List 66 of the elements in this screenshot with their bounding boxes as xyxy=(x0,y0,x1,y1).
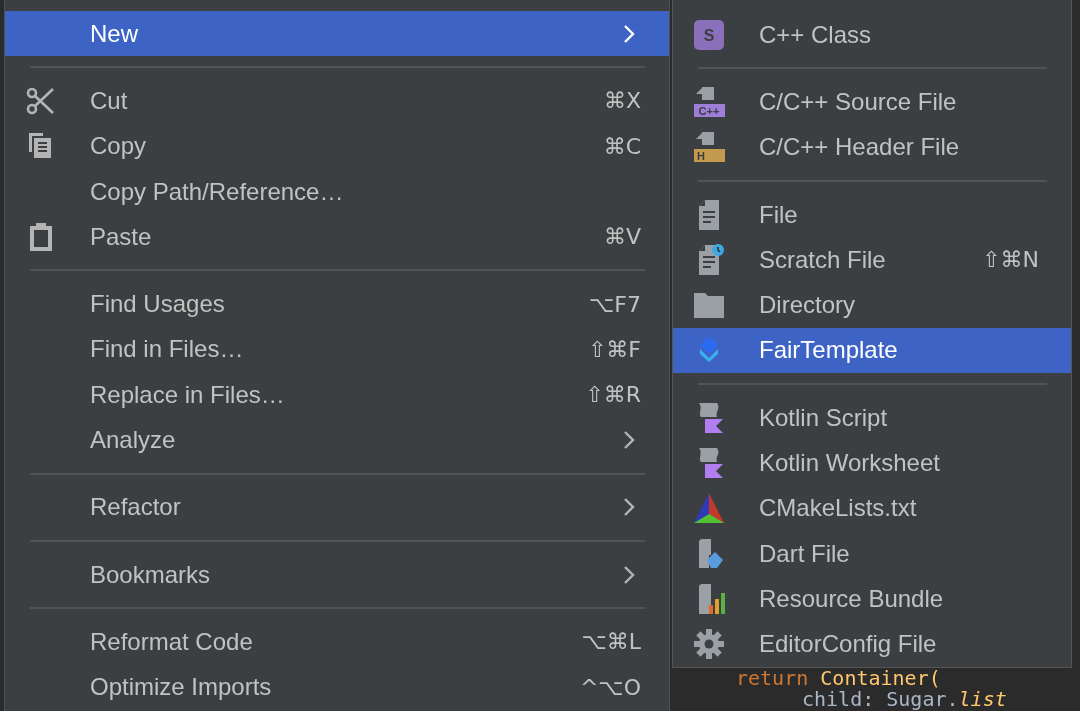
menu-item[interactable]: H C/C++ Header File xyxy=(673,124,1071,170)
menu-item[interactable]: Reformat Code ⌥⌘L xyxy=(5,619,669,665)
menu-item-label: File xyxy=(759,200,798,229)
menu-item[interactable]: Kotlin Worksheet xyxy=(673,440,1071,486)
menu-item-label: C/C++ Source File xyxy=(759,87,957,116)
menu-item-label: Dart File xyxy=(759,539,850,568)
menu-item-label: EditorConfig File xyxy=(759,630,937,659)
menu-item[interactable]: Optimize Imports ^⌥O xyxy=(5,664,669,710)
menu-item-label: Refactor xyxy=(90,493,181,522)
menu-item-label: Cut xyxy=(90,86,128,115)
menu-item[interactable]: Find Usages ⌥F7 xyxy=(5,281,669,327)
menu-item[interactable]: Cut ⌘X xyxy=(5,78,669,124)
menu-item[interactable]: Analyze xyxy=(5,417,669,463)
shortcut-label: ⌘X xyxy=(603,88,641,114)
menu-item[interactable]: Bookmarks xyxy=(5,551,669,598)
code-line: return Container( xyxy=(735,668,942,689)
menu-item[interactable]: Resource Bundle xyxy=(673,576,1071,622)
gear-icon xyxy=(693,628,725,661)
menu-item-label: Find in Files… xyxy=(90,335,244,364)
shortcut-label: ⌘V xyxy=(603,224,641,250)
menu-item-label: Optimize Imports xyxy=(90,673,272,702)
menu-item-label: CMakeLists.txt xyxy=(759,494,917,523)
menu-item[interactable]: S C++ Class xyxy=(673,12,1071,58)
menu-item[interactable]: Directory xyxy=(673,282,1071,328)
shortcut-label: ⌥⌘L xyxy=(581,629,641,655)
menu-item-label: Copy xyxy=(90,132,147,161)
menu-item-label: Bookmarks xyxy=(90,560,211,589)
menu-item[interactable]: FairTemplate xyxy=(673,327,1071,374)
menu-item[interactable]: Dart File xyxy=(673,530,1071,577)
menu-item-label: Reformat Code xyxy=(90,627,253,656)
cmake-triangle-icon xyxy=(693,492,725,525)
menu-item-label: Replace in Files… xyxy=(90,380,285,409)
menu-item-label: Kotlin Worksheet xyxy=(759,449,940,477)
menu-item-label: Paste xyxy=(90,222,152,251)
menu-item-label: Kotlin Script xyxy=(759,403,888,432)
shortcut-label: ^⌥O xyxy=(579,674,641,700)
code-line: child: Sugar.list xyxy=(801,689,1007,710)
menu-item[interactable]: Kotlin Script xyxy=(673,395,1071,441)
shortcut-label: ⇧⌘N xyxy=(982,247,1039,273)
menu-item-label: C++ Class xyxy=(759,20,872,49)
menu-item-label: New xyxy=(90,19,138,48)
menu-item[interactable]: Copy ⌘C xyxy=(5,123,669,169)
shortcut-label: ⇧⌘F xyxy=(587,336,641,362)
menu-item-label: Resource Bundle xyxy=(759,584,944,613)
menu-item-label: Analyze xyxy=(90,426,176,454)
menu-item[interactable]: Copy Path/Reference… xyxy=(5,168,669,215)
menu-item[interactable]: File xyxy=(673,191,1071,238)
menu-item-label: FairTemplate xyxy=(759,336,898,365)
menu-item-label: Directory xyxy=(759,291,855,320)
menu-item[interactable]: C++ C/C++ Source File xyxy=(673,79,1071,125)
menu-item[interactable]: Replace in Files… ⇧⌘R xyxy=(5,372,669,418)
shortcut-label: ⌘C xyxy=(603,133,641,159)
menu-item[interactable]: EditorConfig File xyxy=(673,621,1071,667)
menu-item[interactable]: Paste ⌘V xyxy=(5,214,669,260)
menu-item-label: Scratch File xyxy=(759,245,886,274)
menu-item-label: Find Usages xyxy=(90,290,225,319)
menu-item[interactable]: Scratch File ⇧⌘N xyxy=(673,237,1071,283)
menu-item[interactable]: Refactor xyxy=(5,484,669,530)
menu-item-label: C/C++ Header File xyxy=(759,133,960,162)
shortcut-label: ⌥F7 xyxy=(589,291,641,317)
menu-item[interactable]: New xyxy=(5,11,669,57)
class-badge-icon: S xyxy=(693,18,725,51)
menu-item[interactable]: CMakeLists.txt xyxy=(673,485,1071,531)
menu-item-label: Copy Path/Reference… xyxy=(90,177,344,206)
menu-item[interactable]: Find in Files… ⇧⌘F xyxy=(5,326,669,373)
shortcut-label: ⇧⌘R xyxy=(585,382,641,408)
